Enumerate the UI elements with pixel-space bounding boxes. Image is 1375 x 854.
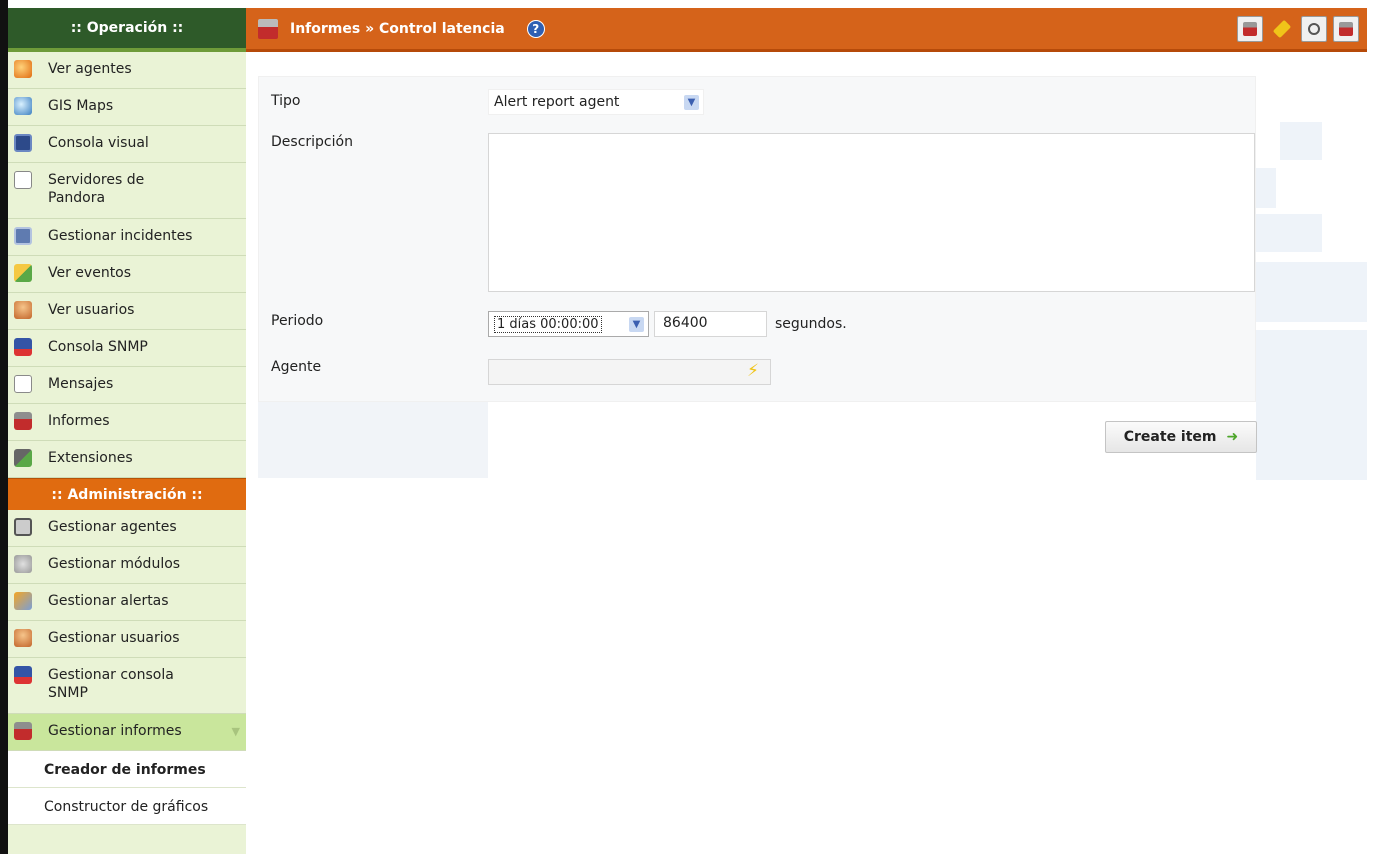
chevron-down-icon: ▼ bbox=[231, 725, 240, 738]
magnifier-icon bbox=[1308, 22, 1320, 35]
manage-reports-icon bbox=[14, 722, 32, 740]
reports-icon bbox=[14, 412, 32, 430]
sidebar-item-gestionar-alertas[interactable]: Gestionar alertas bbox=[8, 584, 246, 621]
sidebar-item-gis-maps[interactable]: GIS Maps bbox=[8, 89, 246, 126]
help-icon[interactable]: ? bbox=[526, 19, 545, 38]
sidebar-subitem-creador[interactable]: Creador de informes bbox=[8, 751, 246, 788]
descripcion-label: Descripción bbox=[271, 134, 353, 150]
sidebar-item-usuarios[interactable]: Ver usuarios bbox=[8, 293, 246, 330]
periodo-unit-label: segundos. bbox=[775, 316, 847, 332]
wrench-icon bbox=[1272, 19, 1292, 38]
background-pattern bbox=[258, 402, 488, 478]
descripcion-textarea[interactable] bbox=[488, 133, 1255, 292]
extensions-icon bbox=[14, 449, 32, 467]
sidebar-item-label: Gestionar agentes bbox=[48, 519, 177, 535]
window-edge bbox=[0, 0, 8, 854]
tipo-label: Tipo bbox=[271, 93, 301, 109]
agente-input[interactable] bbox=[488, 359, 771, 385]
sidebar-item-label: Servidores de Pandora bbox=[48, 172, 145, 206]
sidebar-item-gestionar-modulos[interactable]: Gestionar módulos bbox=[8, 547, 246, 584]
administration-header: :: Administración :: bbox=[8, 478, 246, 510]
view-report-button[interactable] bbox=[1333, 15, 1359, 42]
sidebar-item-snmp[interactable]: Consola SNMP bbox=[8, 330, 246, 367]
page-header: Informes » Control latencia ? bbox=[246, 8, 1367, 52]
periodo-select[interactable]: 1 días 00:00:00 ▼ bbox=[488, 311, 649, 337]
background-pattern bbox=[1256, 214, 1322, 252]
report-icon bbox=[1243, 21, 1257, 36]
report-item-form: Tipo Alert report agent ▼ Descripción Pe… bbox=[258, 76, 1256, 402]
report-list-button[interactable] bbox=[1237, 15, 1263, 42]
manage-agents-icon bbox=[14, 518, 32, 536]
sidebar-item-label: Extensiones bbox=[48, 450, 133, 466]
periodo-selected-value: 1 días 00:00:00 bbox=[494, 315, 602, 333]
background-pattern bbox=[1256, 330, 1367, 480]
periodo-seconds-input[interactable]: 86400 bbox=[654, 311, 767, 337]
snmp-icon bbox=[14, 338, 32, 356]
agente-label: Agente bbox=[271, 359, 322, 375]
sidebar-item-label: Ver eventos bbox=[48, 265, 132, 281]
reports-icon bbox=[258, 18, 278, 39]
sidebar-item-label: Ver usuarios bbox=[48, 302, 135, 318]
create-item-button[interactable]: Create item ➜ bbox=[1105, 421, 1257, 453]
sidebar-item-label: GIS Maps bbox=[48, 98, 114, 114]
background-pattern bbox=[1256, 262, 1367, 322]
header-toolbar bbox=[1237, 15, 1367, 42]
sidebar-item-mensajes[interactable]: Mensajes bbox=[8, 367, 246, 404]
snmp-console-icon bbox=[14, 666, 32, 684]
sidebar-item-gestionar-usuarios[interactable]: Gestionar usuarios bbox=[8, 621, 246, 658]
operation-header: :: Operación :: bbox=[8, 8, 246, 52]
search-bolt-icon[interactable]: ⚡ bbox=[747, 361, 759, 381]
modules-icon bbox=[14, 555, 32, 573]
background-pattern bbox=[1280, 122, 1322, 160]
monitor-icon bbox=[14, 134, 32, 152]
sidebar-item-consola-visual[interactable]: Consola visual bbox=[8, 126, 246, 163]
sidebar-item-label: Ver agentes bbox=[48, 61, 132, 77]
report-view-icon bbox=[1339, 21, 1353, 36]
sidebar-item-label: Gestionar módulos bbox=[48, 556, 181, 572]
sidebar-item-label: Consola SNMP bbox=[48, 339, 148, 355]
background-pattern bbox=[1256, 168, 1276, 208]
sidebar-item-label: Consola visual bbox=[48, 135, 149, 151]
manage-users-icon bbox=[14, 629, 32, 647]
sidebar-item-label: Gestionar usuarios bbox=[48, 630, 180, 646]
sidebar-item-label: Gestionar consola SNMP bbox=[48, 667, 174, 701]
sidebar-item-servidores[interactable]: Servidores de Pandora bbox=[8, 163, 246, 219]
tipo-select[interactable]: Alert report agent ▼ bbox=[488, 89, 704, 115]
edit-report-button[interactable] bbox=[1269, 15, 1295, 42]
sidebar-item-gestionar-agentes[interactable]: Gestionar agentes bbox=[8, 510, 246, 547]
sidebar-item-label: Informes bbox=[48, 413, 110, 429]
users-icon bbox=[14, 301, 32, 319]
create-item-label: Create item bbox=[1123, 429, 1217, 445]
sidebar-subitem-label: Constructor de gráficos bbox=[44, 799, 209, 815]
sidebar-item-gestionar-informes[interactable]: Gestionar informes ▼ bbox=[8, 714, 246, 751]
sidebar-item-label: Gestionar incidentes bbox=[48, 228, 193, 244]
sidebar-item-extensiones[interactable]: Extensiones bbox=[8, 441, 246, 478]
alerts-icon bbox=[14, 592, 32, 610]
mail-icon bbox=[14, 375, 32, 393]
servers-icon bbox=[14, 171, 32, 189]
incidents-icon bbox=[14, 227, 32, 245]
sidebar-item-incidentes[interactable]: Gestionar incidentes bbox=[8, 219, 246, 256]
chevron-down-icon: ▼ bbox=[629, 317, 644, 332]
preview-report-button[interactable] bbox=[1301, 15, 1327, 42]
globe-icon bbox=[14, 97, 32, 115]
sidebar-item-eventos[interactable]: Ver eventos bbox=[8, 256, 246, 293]
sidebar-item-informes[interactable]: Informes bbox=[8, 404, 246, 441]
chevron-down-icon: ▼ bbox=[684, 95, 699, 110]
sidebar-subitem-constructor[interactable]: Constructor de gráficos bbox=[8, 788, 246, 825]
sidebar-item-gestionar-snmp[interactable]: Gestionar consola SNMP bbox=[8, 658, 246, 714]
sidebar-item-label: Gestionar alertas bbox=[48, 593, 169, 609]
sidebar-item-ver-agentes[interactable]: Ver agentes bbox=[8, 52, 246, 89]
sidebar-item-label: Gestionar informes bbox=[48, 723, 182, 739]
sidebar: :: Operación :: Ver agentes GIS Maps Con… bbox=[8, 8, 246, 854]
periodo-label: Periodo bbox=[271, 313, 324, 329]
sidebar-item-label: Mensajes bbox=[48, 376, 114, 392]
page-title: Informes » Control latencia bbox=[290, 20, 505, 37]
arrow-right-icon: ➜ bbox=[1226, 429, 1239, 445]
events-icon bbox=[14, 264, 32, 282]
tipo-selected-value: Alert report agent bbox=[494, 94, 620, 110]
agents-icon bbox=[14, 60, 32, 78]
sidebar-subitem-label: Creador de informes bbox=[44, 762, 206, 778]
